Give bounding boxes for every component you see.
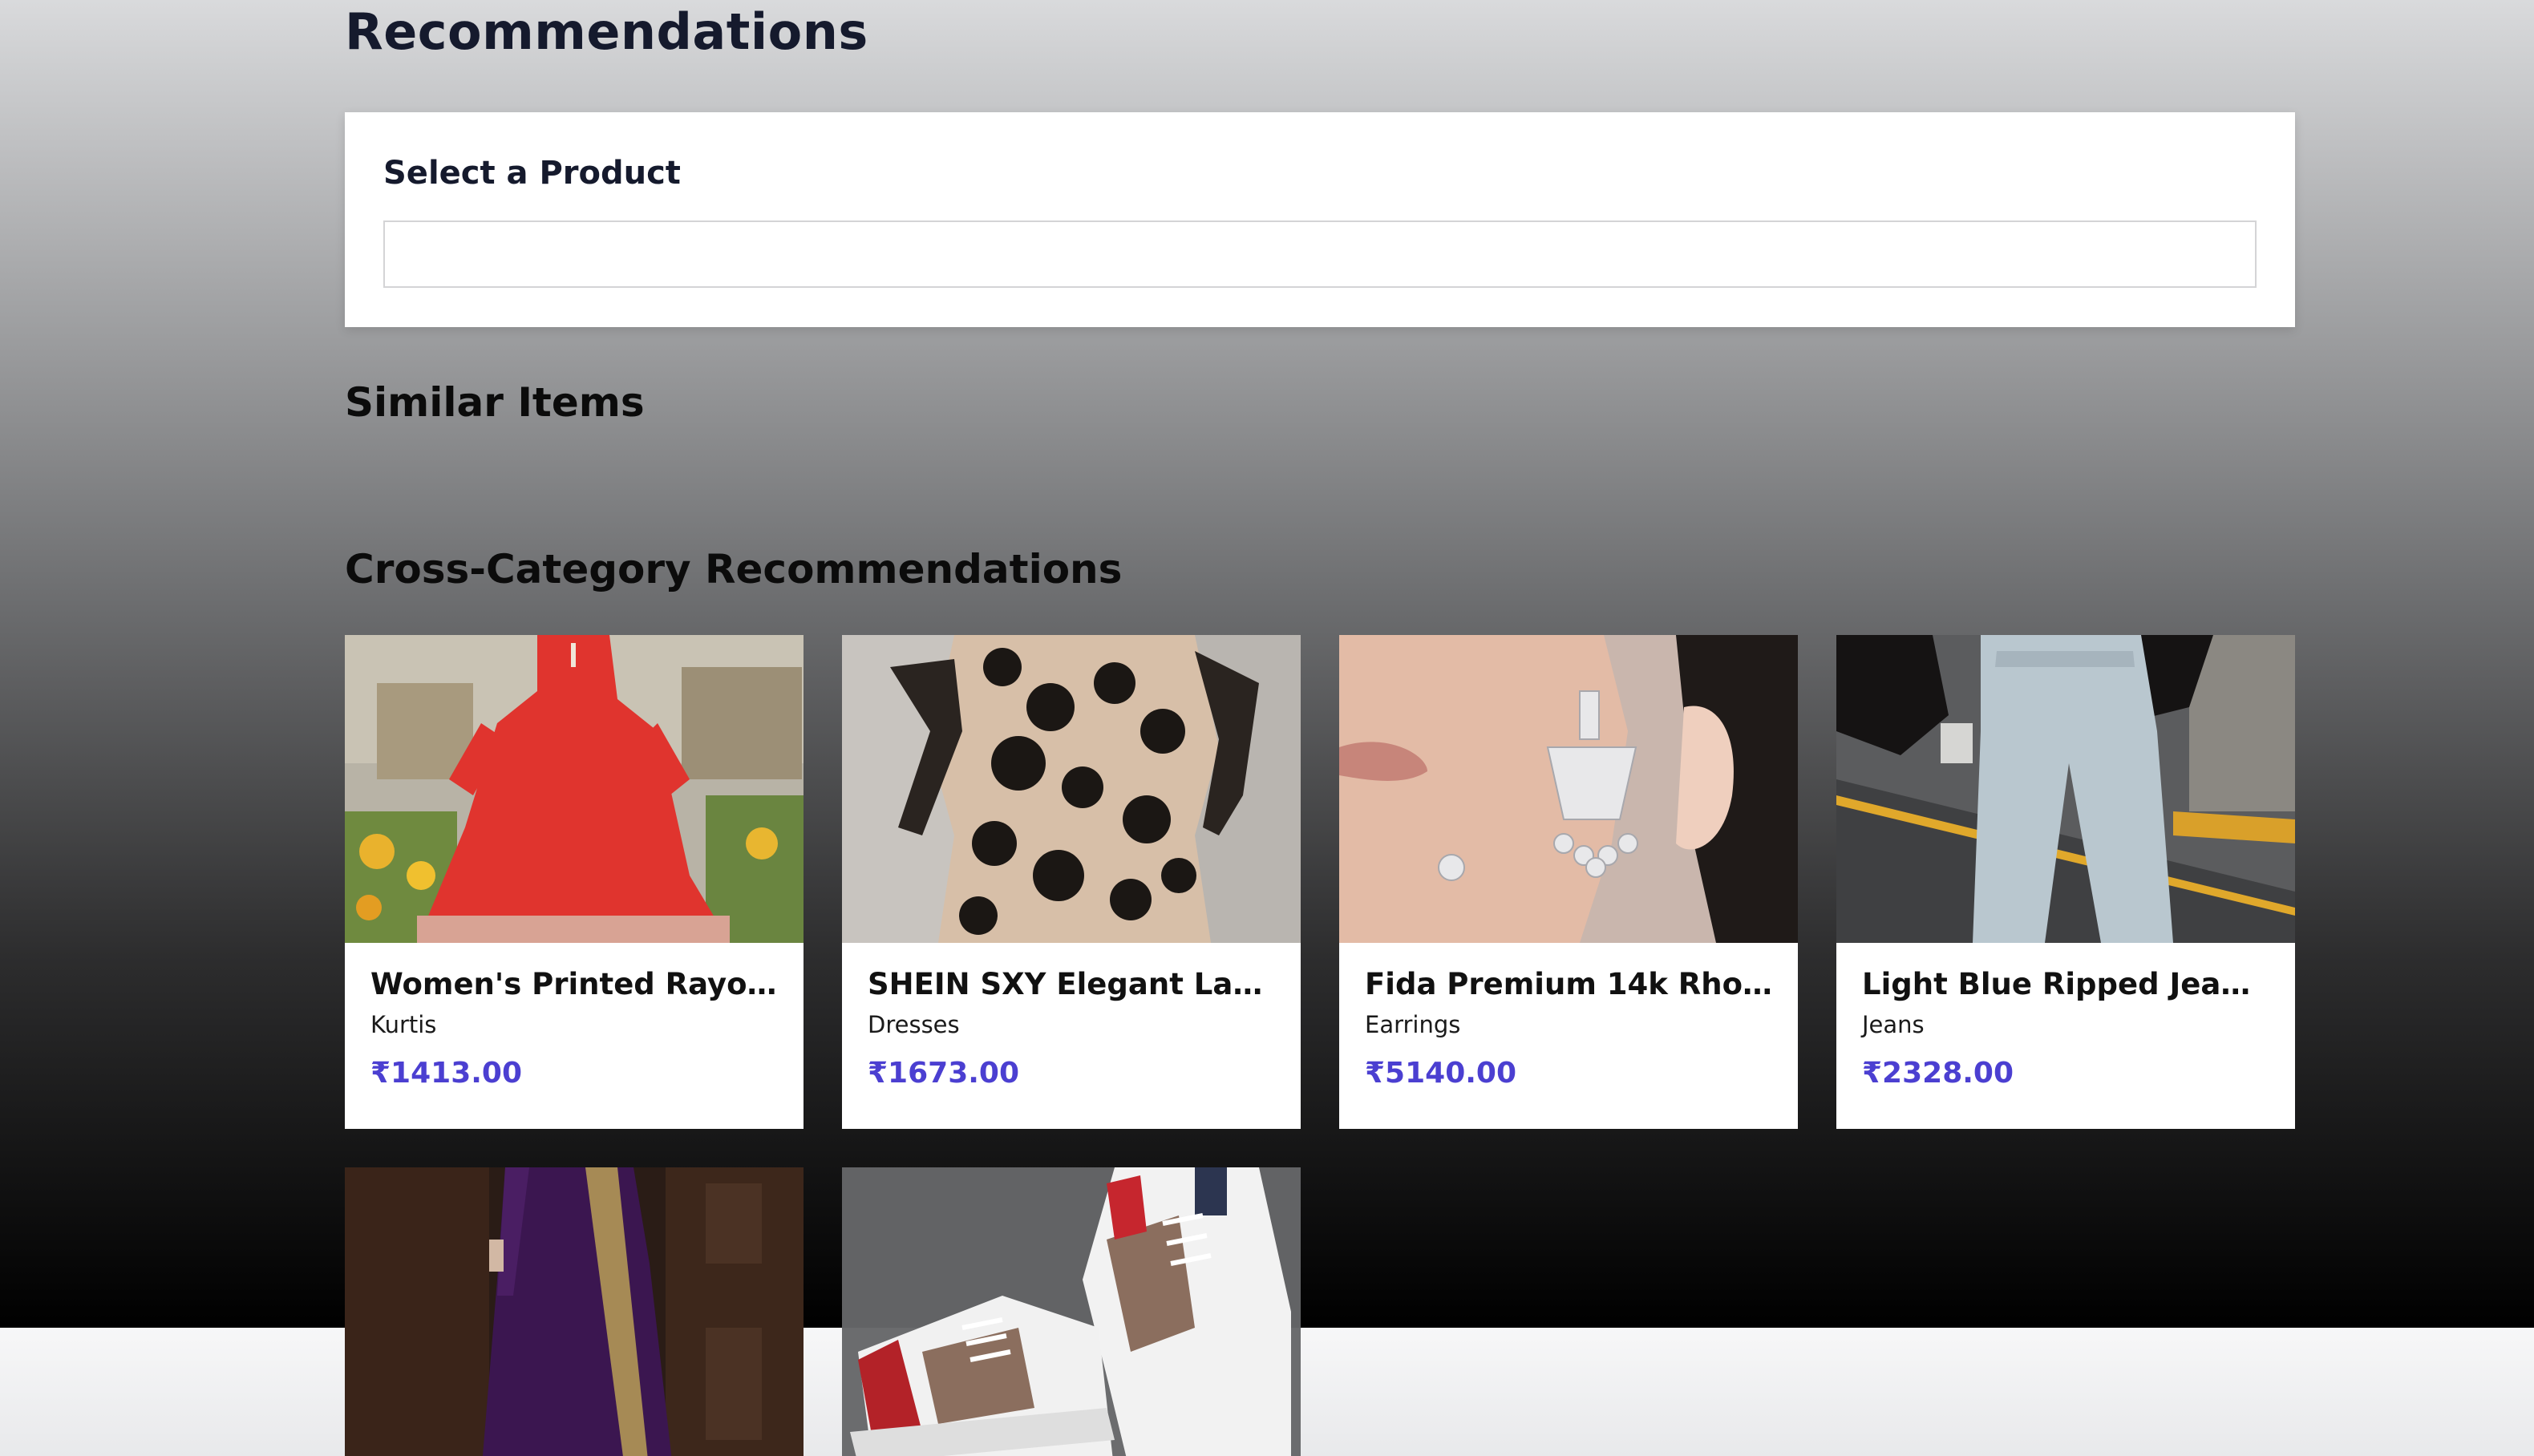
product-image xyxy=(842,635,1301,943)
product-image xyxy=(842,1167,1301,1456)
product-price: ₹2328.00 xyxy=(1862,1057,2014,1090)
product-card[interactable]: Light Blue Ripped Jeans Fe... Jeans ₹232… xyxy=(1836,635,2295,1129)
product-category: Jeans xyxy=(1862,1011,1925,1038)
product-selector-card xyxy=(345,112,2295,327)
product-search-input[interactable] xyxy=(383,220,2257,288)
page-title: Recommendations xyxy=(345,2,868,61)
product-category: Dresses xyxy=(868,1011,960,1038)
product-card[interactable]: Women's Printed Rayon Lo... Kurtis ₹1413… xyxy=(345,635,804,1129)
product-card[interactable]: Fida Premium 14k Rhodiu... Earrings ₹514… xyxy=(1339,635,1798,1129)
product-category: Earrings xyxy=(1365,1011,1461,1038)
product-image xyxy=(345,635,804,943)
product-card[interactable] xyxy=(842,1167,1301,1456)
product-card[interactable]: SHEIN SXY Elegant Lace Pri... Dresses ₹1… xyxy=(842,635,1301,1129)
product-name: Women's Printed Rayon Lo... xyxy=(370,967,778,1001)
product-image xyxy=(345,1167,804,1456)
product-image xyxy=(1836,635,2295,943)
product-image xyxy=(1339,635,1798,943)
product-card[interactable] xyxy=(345,1167,804,1456)
product-category: Kurtis xyxy=(370,1011,437,1038)
product-name: SHEIN SXY Elegant Lace Pri... xyxy=(868,967,1275,1001)
product-price: ₹5140.00 xyxy=(1365,1057,1517,1090)
product-price: ₹1413.00 xyxy=(370,1057,523,1090)
cross-category-heading: Cross-Category Recommendations xyxy=(345,546,1123,593)
select-product-label: Select a Product xyxy=(383,155,681,192)
product-price: ₹1673.00 xyxy=(868,1057,1020,1090)
product-name: Fida Premium 14k Rhodiu... xyxy=(1365,967,1772,1001)
similar-items-heading: Similar Items xyxy=(345,379,645,426)
product-name: Light Blue Ripped Jeans Fe... xyxy=(1862,967,2269,1001)
